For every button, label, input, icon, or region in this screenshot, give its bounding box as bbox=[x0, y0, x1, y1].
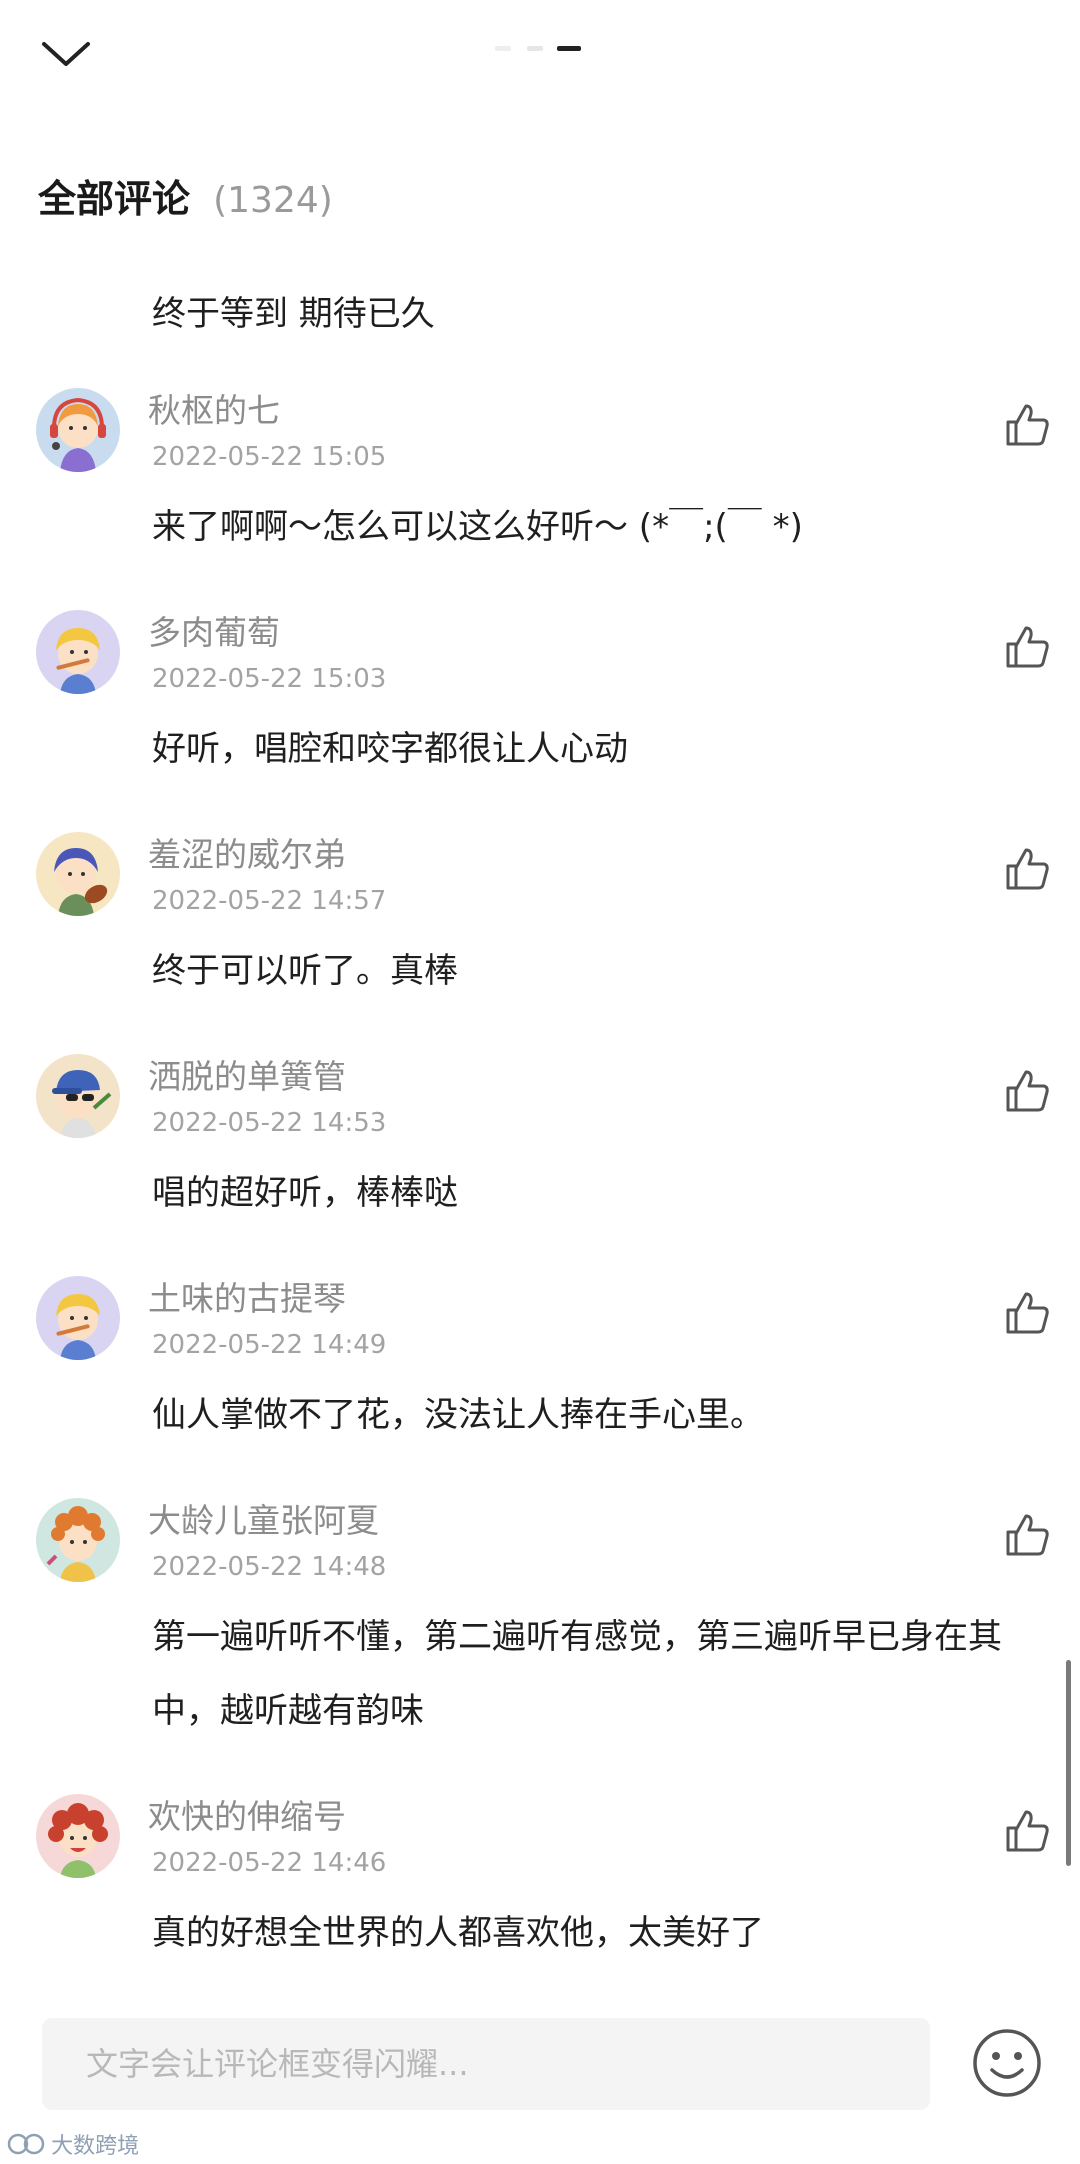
comment-timestamp: 2022-05-22 15:03 bbox=[152, 664, 387, 694]
comments-count: (1324) bbox=[213, 180, 333, 221]
thumbs-up-icon[interactable] bbox=[1002, 1806, 1052, 1856]
avatar[interactable] bbox=[36, 388, 120, 472]
thumbs-up-icon[interactable] bbox=[1002, 400, 1052, 450]
collapse-chevron-down-icon[interactable] bbox=[36, 30, 96, 80]
girl-headphones-avatar-icon bbox=[36, 388, 120, 472]
boy-flute-avatar-icon bbox=[36, 610, 120, 694]
avatar[interactable] bbox=[36, 1276, 120, 1360]
comment-input[interactable] bbox=[42, 2018, 930, 2110]
page-indicator bbox=[495, 46, 595, 52]
comment-username[interactable]: 土味的古提琴 bbox=[148, 1272, 346, 1320]
comment-text: 唱的超好听，棒棒哒 bbox=[152, 1173, 458, 1213]
page-dot bbox=[495, 46, 511, 51]
page-dot bbox=[527, 46, 543, 51]
comment-timestamp: 2022-05-22 14:49 bbox=[152, 1330, 387, 1360]
comment-timestamp: 2022-05-22 14:46 bbox=[152, 1848, 387, 1878]
comment-text: 第一遍听听不懂，第二遍听有感觉，第三遍听早已身在其中，越听越有韵味 bbox=[152, 1617, 1002, 1731]
thumbs-up-icon[interactable] bbox=[1002, 622, 1052, 672]
cap-sunglasses-avatar-icon bbox=[36, 1054, 120, 1138]
comment-timestamp: 2022-05-22 14:57 bbox=[152, 886, 387, 916]
comments-header: 全部评论 (1324) bbox=[38, 168, 333, 228]
comment-list: 秋枢的七 2022-05-22 15:05 来了啊啊～怎么可以这么好听～ (*￣… bbox=[0, 378, 1080, 2006]
comment-timestamp: 2022-05-22 15:05 bbox=[152, 442, 387, 472]
curly-hair-avatar-icon bbox=[36, 1498, 120, 1582]
comment-item: 洒脱的单簧管 2022-05-22 14:53 唱的超好听，棒棒哒 bbox=[0, 1044, 1080, 1266]
boy-violin-avatar-icon bbox=[36, 832, 120, 916]
comment-text: 好听，唱腔和咬字都很让人心动 bbox=[152, 729, 628, 769]
avatar[interactable] bbox=[36, 832, 120, 916]
comment-item: 欢快的伸缩号 2022-05-22 14:46 真的好想全世界的人都喜欢他，太美… bbox=[0, 1784, 1080, 2006]
comment-item: 秋枢的七 2022-05-22 15:05 来了啊啊～怎么可以这么好听～ (*￣… bbox=[0, 378, 1080, 600]
comment-text: 终于等到 期待已久 bbox=[152, 294, 435, 334]
comment-username[interactable]: 大龄儿童张阿夏 bbox=[148, 1494, 379, 1542]
comment-item: 大龄儿童张阿夏 2022-05-22 14:48 第一遍听听不懂，第二遍听有感觉… bbox=[0, 1488, 1080, 1784]
page-dot-active bbox=[557, 46, 581, 51]
thumbs-up-icon[interactable] bbox=[1002, 844, 1052, 894]
emoji-smiley-icon[interactable] bbox=[970, 2026, 1044, 2100]
comment-username[interactable]: 欢快的伸缩号 bbox=[148, 1790, 346, 1838]
avatar[interactable] bbox=[36, 1498, 120, 1582]
thumbs-up-icon[interactable] bbox=[1002, 1288, 1052, 1338]
boy-flute-avatar-icon bbox=[36, 1276, 120, 1360]
comment-item: 多肉葡萄 2022-05-22 15:03 好听，唱腔和咬字都很让人心动 bbox=[0, 600, 1080, 822]
comment-text: 仙人掌做不了花，没法让人捧在手心里。 bbox=[152, 1395, 764, 1435]
comment-item: 土味的古提琴 2022-05-22 14:49 仙人掌做不了花，没法让人捧在手心… bbox=[0, 1266, 1080, 1488]
comment-username[interactable]: 秋枢的七 bbox=[148, 384, 280, 432]
avatar[interactable] bbox=[36, 1054, 120, 1138]
watermark-logo-icon bbox=[7, 2133, 45, 2155]
avatar[interactable] bbox=[36, 610, 120, 694]
top-bar bbox=[0, 0, 1080, 120]
comment-timestamp: 2022-05-22 14:48 bbox=[152, 1552, 387, 1582]
comment-text: 真的好想全世界的人都喜欢他，太美好了 bbox=[152, 1913, 764, 1953]
comment-item: 羞涩的威尔弟 2022-05-22 14:57 终于可以听了。真棒 bbox=[0, 822, 1080, 1044]
comment-username[interactable]: 多肉葡萄 bbox=[148, 606, 280, 654]
comment-text: 终于可以听了。真棒 bbox=[152, 951, 458, 991]
comment-timestamp: 2022-05-22 14:53 bbox=[152, 1108, 387, 1138]
comment-username[interactable]: 洒脱的单簧管 bbox=[148, 1050, 346, 1098]
comment-text: 来了啊啊～怎么可以这么好听～ (*￣;(￣ *) bbox=[152, 507, 803, 547]
watermark: 大数跨境 bbox=[6, 2128, 139, 2160]
thumbs-up-icon[interactable] bbox=[1002, 1066, 1052, 1116]
thumbs-up-icon[interactable] bbox=[1002, 1510, 1052, 1560]
scrollbar[interactable] bbox=[1066, 1660, 1071, 1866]
avatar[interactable] bbox=[36, 1794, 120, 1878]
comments-title: 全部评论 bbox=[38, 177, 191, 221]
red-curly-avatar-icon bbox=[36, 1794, 120, 1878]
watermark-text: 大数跨境 bbox=[51, 2134, 140, 2159]
comments-page: 全部评论 (1324) 终于等到 期待已久 秋枢的七 2022-05-22 15… bbox=[0, 0, 1080, 2164]
comment-username[interactable]: 羞涩的威尔弟 bbox=[148, 828, 346, 876]
